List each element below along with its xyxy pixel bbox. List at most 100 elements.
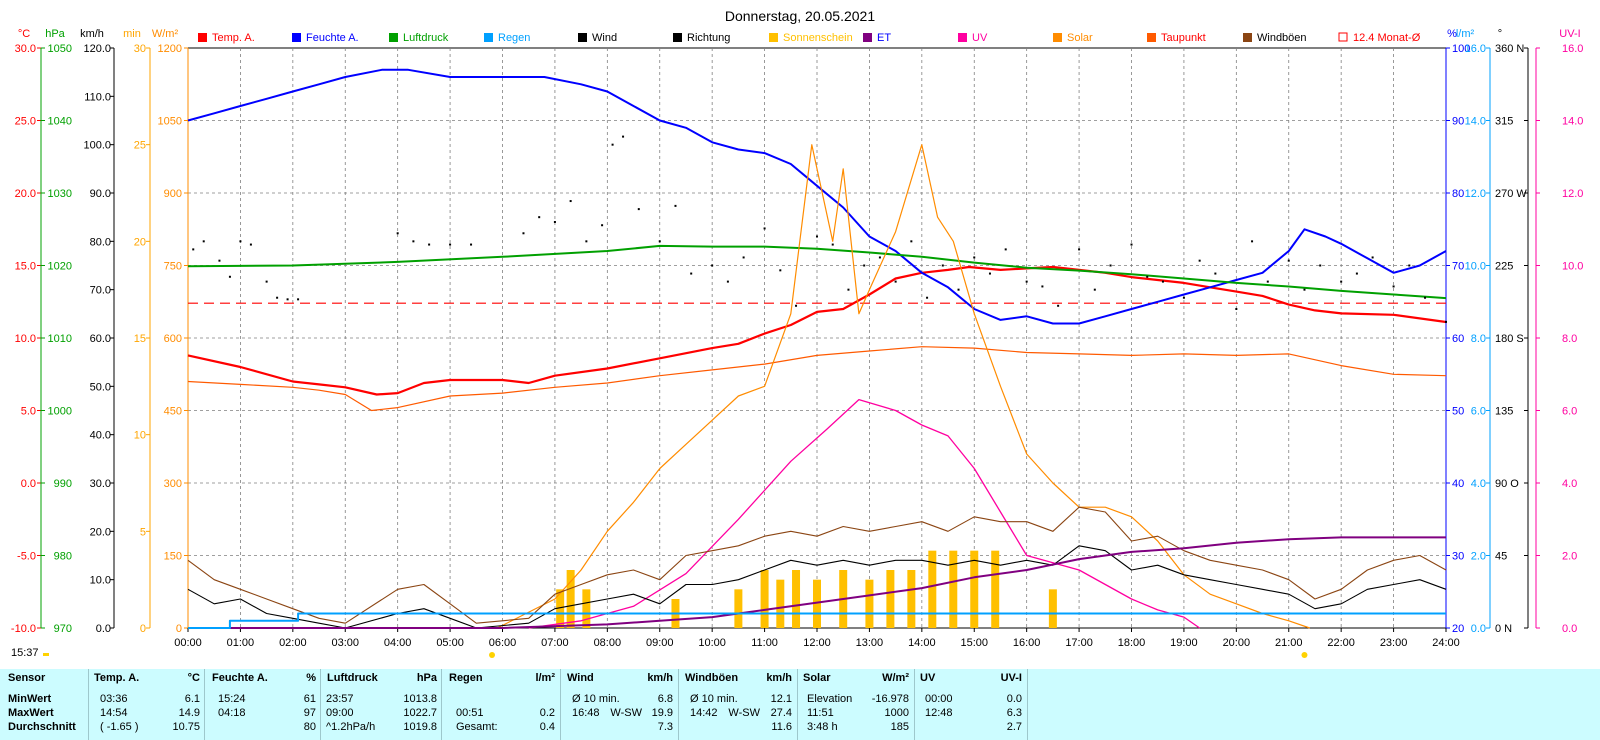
direction-dot — [1303, 288, 1306, 291]
pressure-axis-tick-label: 1010 — [48, 333, 72, 345]
legend-swatch — [1147, 33, 1156, 42]
table-column-unit: UV-I — [1000, 672, 1022, 684]
legend-label: Solar — [1067, 32, 1093, 44]
solar-axis-tick-label: 0 — [176, 623, 182, 635]
table-divider — [320, 669, 321, 740]
pressure-value: 1019.8 — [403, 721, 437, 733]
legend-swatch — [389, 33, 398, 42]
temp-axis-tick-label: 20.0 — [15, 188, 36, 200]
table-divider — [88, 669, 89, 740]
pressure-axis-tick-label: 1000 — [48, 406, 72, 418]
uv-axis-unit: UV-I — [1559, 28, 1580, 40]
legend-swatch — [958, 33, 967, 42]
gust-value: 27.4 — [770, 707, 792, 719]
direction-dot — [553, 221, 556, 223]
legend-swatch — [198, 33, 207, 42]
direction-dot — [726, 280, 729, 283]
sunmin-axis-tick-label: 0 — [140, 623, 146, 635]
legend-label: Regen — [498, 32, 530, 44]
x-tick-label: 20:00 — [1223, 637, 1251, 649]
direction-axis-tick-label: 0 N — [1495, 623, 1512, 635]
direction-dot — [202, 240, 205, 243]
solar-axis-tick-label: 450 — [164, 406, 182, 418]
direction-axis-tick-label: 360 N — [1495, 43, 1524, 55]
direction-dot — [1445, 320, 1447, 323]
legend-swatch — [1338, 32, 1348, 42]
direction-dot — [1041, 285, 1044, 288]
x-tick-label: 01:00 — [227, 637, 255, 649]
direction-dot — [988, 272, 991, 275]
direction-dot — [1392, 285, 1395, 288]
sunrise-icon — [489, 652, 496, 658]
direction-dot — [611, 143, 614, 146]
direction-dot — [711, 264, 714, 267]
sunmin-axis-tick-label: 15 — [134, 333, 146, 345]
statistics-table: Sensor Temp. A. °C Feuchte A.% Luftdruck hPa R… — [0, 669, 1600, 740]
sunshine-bars — [556, 550, 1057, 628]
uv-axis-tick-label: 4.0 — [1562, 478, 1577, 490]
legend-label: 12.4 Monat-Ø — [1353, 32, 1421, 44]
rain-axis-tick-label: 0.0 — [1471, 623, 1486, 635]
weather-chart: Donnerstag, 20.05.2021 30.0 25.0 20.0 15.0 1… — [11, 8, 1583, 658]
pressure-axis-tick-label: 1020 — [48, 261, 72, 273]
sunmin-axis-tick-label: 30 — [134, 43, 146, 55]
table-row-label: Durchschnitt — [8, 721, 76, 733]
solar-axis-tick-label: 900 — [164, 188, 182, 200]
pressure-axis-tick-label: 1050 — [48, 43, 72, 55]
legend-swatch — [769, 33, 778, 42]
legend-swatch — [863, 33, 872, 42]
legend-label: Temp. A. — [212, 32, 255, 44]
temp-value: 10.75 — [172, 721, 200, 733]
direction-dot — [878, 256, 881, 259]
x-tick-label: 18:00 — [1118, 637, 1146, 649]
solar-axis-tick-label: 600 — [164, 333, 182, 345]
legend-swatch — [673, 33, 682, 42]
legend-label: Taupunkt — [1161, 32, 1206, 44]
chart-title: Donnerstag, 20.05.2021 — [725, 8, 875, 24]
direction-axis-tick-label: 270 W — [1495, 188, 1527, 200]
direction-dot — [601, 224, 604, 227]
x-tick-label: 14:00 — [908, 637, 936, 649]
humidity-axis-tick-label: 70 — [1452, 261, 1464, 273]
sunshine-bar — [734, 589, 743, 628]
direction-axis-tick-label: 90 O — [1495, 478, 1519, 490]
sunshine-bar — [949, 550, 958, 628]
x-tick-label: 10:00 — [698, 637, 726, 649]
direction-dot — [637, 208, 640, 211]
sunshine-bar — [776, 579, 785, 628]
table-column-unit: °C — [187, 672, 200, 684]
sunshine-bar — [1048, 589, 1057, 628]
sunshine-bar — [907, 570, 916, 628]
table-divider — [560, 669, 561, 740]
sunshine-bar — [991, 550, 1000, 628]
direction-dot — [1408, 264, 1411, 267]
axes: 30.025.020.015.010.05.00.0-5.0-10.0°C105… — [11, 28, 1583, 658]
direction-dot — [1004, 248, 1007, 251]
legend-label: Luftdruck — [403, 32, 449, 44]
direction-dot — [218, 259, 221, 262]
legend-swatch — [578, 33, 587, 42]
direction-dot — [1424, 296, 1427, 299]
legend-label: Feuchte A. — [306, 32, 359, 44]
rain-axis-tick-label: 10.0 — [1465, 261, 1486, 273]
table-divider — [204, 669, 205, 740]
rain-axis-tick-label: 14.0 — [1465, 116, 1486, 128]
uv-axis-tick-label: 16.0 — [1562, 43, 1583, 55]
temp-axis-tick-label: -10.0 — [11, 623, 36, 635]
table-divider — [441, 669, 442, 740]
direction-dot — [538, 216, 541, 219]
pressure-value: 1022.7 — [403, 707, 437, 719]
direction-dot — [926, 296, 929, 299]
direction-dot — [1057, 304, 1060, 307]
legend-label: Sonnenschein — [783, 32, 853, 44]
sunshine-bar — [970, 550, 979, 628]
solar-value: 185 — [890, 721, 909, 733]
direction-dot — [470, 243, 473, 246]
x-tick-label: 09:00 — [646, 637, 674, 649]
temp-value: 14.9 — [178, 707, 200, 719]
direction-dot — [622, 135, 625, 138]
direction-dot — [973, 256, 976, 259]
direction-axis-tick-label: 180 S — [1495, 333, 1524, 345]
wind-value: 6.8 — [657, 693, 673, 705]
rain-axis-tick-label: 8.0 — [1471, 333, 1486, 345]
